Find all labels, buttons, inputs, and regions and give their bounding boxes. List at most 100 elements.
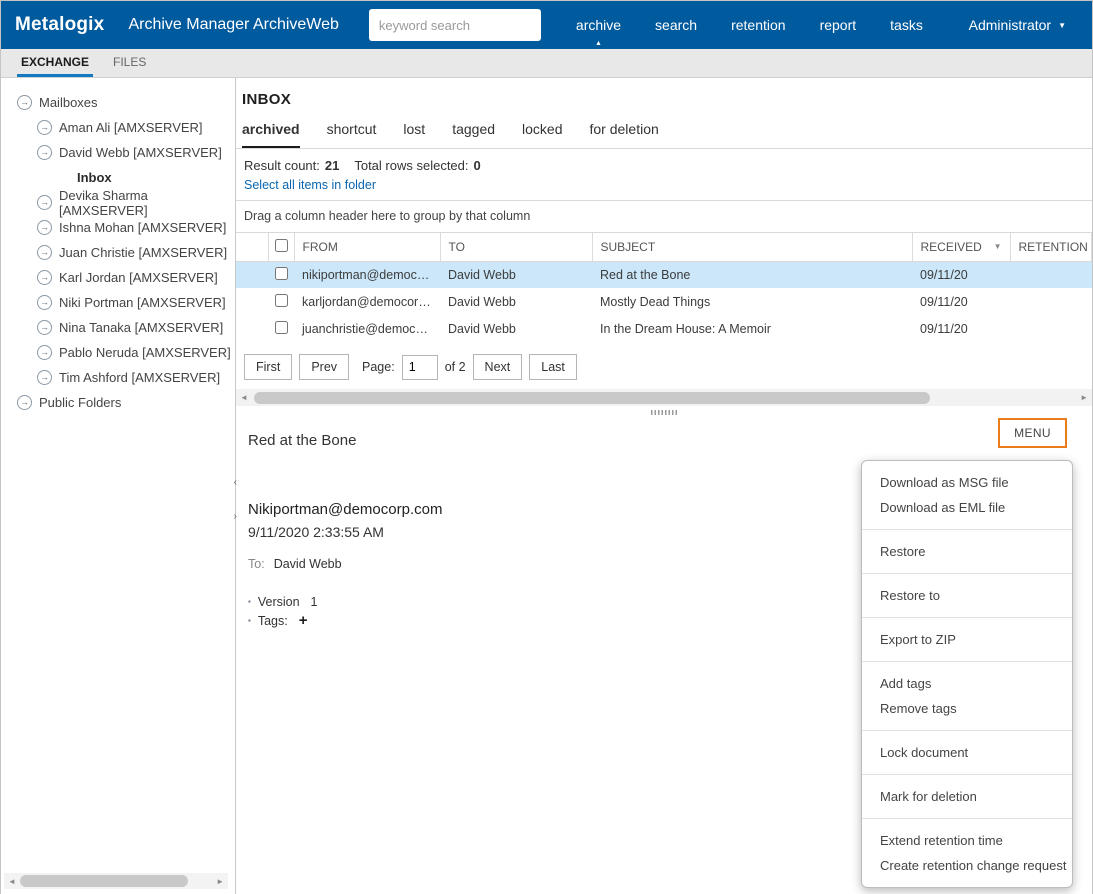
tree-item-karl-jordan[interactable]: → Karl Jordan [AMXSERVER] — [1, 265, 235, 290]
tree-item-pablo-neruda[interactable]: → Pablo Neruda [AMXSERVER] — [1, 340, 235, 365]
bullet-icon: ▪ — [248, 596, 251, 606]
tab-archived[interactable]: archived — [242, 121, 300, 148]
tree-item-niki-portman[interactable]: → Niki Portman [AMXSERVER] — [1, 290, 235, 315]
expand-icon[interactable]: → — [37, 120, 52, 135]
sidebar-horizontal-scrollbar[interactable]: ◄ ► — [4, 873, 228, 889]
row-checkbox[interactable] — [274, 266, 288, 280]
table-row[interactable]: karljordan@democorp.c... David Webb Most… — [236, 288, 1092, 315]
tree-item-nina-tanaka[interactable]: → Nina Tanaka [AMXSERVER] — [1, 315, 235, 340]
scrollbar-thumb[interactable] — [19, 875, 188, 887]
scrollbar-thumb[interactable] — [253, 391, 930, 404]
expand-icon[interactable]: → — [37, 145, 52, 160]
menu-item-add-tags[interactable]: Add tags — [862, 671, 1072, 696]
preview-splitter[interactable] — [236, 406, 1092, 418]
nav-search[interactable]: search — [638, 1, 714, 49]
tree-item-public-folders[interactable]: → Public Folders — [1, 390, 235, 415]
menu-group-tags: Add tags Remove tags — [862, 662, 1072, 731]
tab-locked[interactable]: locked — [522, 121, 562, 148]
tree-item-label: Mailboxes — [39, 95, 98, 110]
tree-item-mailboxes[interactable]: → Mailboxes — [1, 90, 235, 115]
expand-icon[interactable]: → — [17, 95, 32, 110]
scroll-right-icon[interactable]: ► — [1076, 393, 1092, 402]
column-header-to[interactable]: TO — [440, 233, 593, 262]
splitter-grip-icon — [651, 409, 677, 415]
menu-item-extend-retention[interactable]: Extend retention time — [862, 828, 1072, 853]
to-label: To: — [248, 557, 265, 571]
tree-item-ishna-mohan[interactable]: → Ishna Mohan [AMXSERVER] — [1, 215, 235, 240]
table-horizontal-scrollbar[interactable]: ◄ ► — [236, 389, 1092, 406]
tree-item-aman-ali[interactable]: → Aman Ali [AMXSERVER] — [1, 115, 235, 140]
menu-item-export-zip[interactable]: Export to ZIP — [862, 627, 1072, 652]
prev-page-button[interactable]: Prev — [299, 354, 350, 380]
menu-item-restore[interactable]: Restore — [862, 539, 1072, 564]
menu-item-lock-document[interactable]: Lock document — [862, 740, 1072, 765]
expand-icon[interactable]: → — [17, 395, 32, 410]
expand-icon[interactable]: → — [37, 345, 52, 360]
cell-to: David Webb — [440, 261, 592, 288]
tree-item-label: Juan Christie [AMXSERVER] — [59, 245, 228, 260]
tree-item-tim-ashford[interactable]: → Tim Ashford [AMXSERVER] — [1, 365, 235, 390]
row-checkbox[interactable] — [274, 320, 288, 334]
nav-report[interactable]: report — [803, 1, 874, 49]
tree-item-inbox[interactable]: Inbox — [1, 165, 235, 190]
first-page-button[interactable]: First — [244, 354, 293, 380]
to-value: David Webb — [273, 557, 342, 571]
expand-icon[interactable]: → — [37, 195, 52, 210]
expand-icon[interactable]: → — [37, 370, 52, 385]
scroll-left-icon[interactable]: ◄ — [4, 877, 20, 886]
nav-archive[interactable]: archive ▲ — [559, 1, 638, 49]
tab-exchange[interactable]: EXCHANGE — [17, 49, 94, 77]
scroll-left-icon[interactable]: ◄ — [236, 393, 252, 402]
message-table: FROM TO SUBJECT RECEIVED ▼ RETENTION nik… — [236, 233, 1092, 342]
bullet-icon: ▪ — [248, 615, 251, 625]
tab-shortcut[interactable]: shortcut — [327, 121, 377, 148]
app-title: Archive Manager ArchiveWeb — [128, 16, 339, 33]
column-header-received[interactable]: RECEIVED ▼ — [912, 233, 1011, 262]
select-all-items-link[interactable]: Select all items in folder — [244, 178, 376, 192]
active-nav-caret-icon: ▲ — [595, 40, 602, 47]
expand-icon[interactable]: → — [37, 220, 52, 235]
expand-icon[interactable]: → — [37, 245, 52, 260]
filter-dropdown-icon[interactable]: ▼ — [994, 242, 1002, 251]
add-tag-button[interactable]: + — [299, 613, 308, 628]
expand-icon[interactable]: → — [37, 270, 52, 285]
tree-item-label: Tim Ashford [AMXSERVER] — [59, 370, 221, 385]
column-header-from[interactable]: FROM — [294, 233, 441, 262]
next-page-button[interactable]: Next — [472, 354, 523, 380]
tab-for-deletion[interactable]: for deletion — [590, 121, 659, 148]
table-row[interactable]: nikiportman@democor... David Webb Red at… — [236, 261, 1092, 288]
sidebar-splitter-handle[interactable]: ‹ › — [234, 478, 237, 522]
menu-item-create-retention-request[interactable]: Create retention change request — [862, 853, 1072, 878]
menu-item-mark-for-deletion[interactable]: Mark for deletion — [862, 784, 1072, 809]
user-menu[interactable]: Administrator ▼ — [969, 17, 1066, 33]
tab-files[interactable]: FILES — [109, 49, 150, 77]
tab-lost[interactable]: lost — [403, 121, 425, 148]
collapse-left-icon[interactable]: ‹ — [234, 478, 237, 488]
table-row[interactable]: juanchristie@democorp.... David Webb In … — [236, 315, 1092, 342]
last-page-button[interactable]: Last — [529, 354, 577, 380]
tree-item-juan-christie[interactable]: → Juan Christie [AMXSERVER] — [1, 240, 235, 265]
tree-item-devika-sharma[interactable]: → Devika Sharma [AMXSERVER] — [1, 188, 235, 218]
tree-item-david-webb[interactable]: → David Webb [AMXSERVER] — [1, 140, 235, 165]
nav-report-label: report — [819, 17, 857, 33]
menu-item-restore-to[interactable]: Restore to — [862, 583, 1072, 608]
menu-item-download-eml[interactable]: Download as EML file — [862, 495, 1072, 520]
menu-button[interactable]: MENU — [998, 418, 1067, 448]
menu-item-remove-tags[interactable]: Remove tags — [862, 696, 1072, 721]
column-header-retention[interactable]: RETENTION — [1010, 233, 1092, 262]
tab-tagged[interactable]: tagged — [452, 121, 495, 148]
nav-tasks[interactable]: tasks — [873, 1, 940, 49]
expand-icon[interactable]: → — [37, 320, 52, 335]
page-number-input[interactable] — [401, 354, 438, 380]
select-all-checkbox[interactable] — [274, 238, 288, 252]
group-by-drop-zone[interactable]: Drag a column header here to group by th… — [236, 201, 1092, 233]
column-header-subject[interactable]: SUBJECT — [592, 233, 913, 262]
keyword-search-input[interactable] — [368, 9, 541, 41]
scroll-right-icon[interactable]: ► — [212, 877, 228, 886]
menu-item-download-msg[interactable]: Download as MSG file — [862, 470, 1072, 495]
collapse-right-icon[interactable]: › — [234, 512, 237, 522]
row-checkbox[interactable] — [274, 293, 288, 307]
row-checkbox-cell — [268, 288, 294, 315]
nav-retention[interactable]: retention — [714, 1, 802, 49]
expand-icon[interactable]: → — [37, 295, 52, 310]
